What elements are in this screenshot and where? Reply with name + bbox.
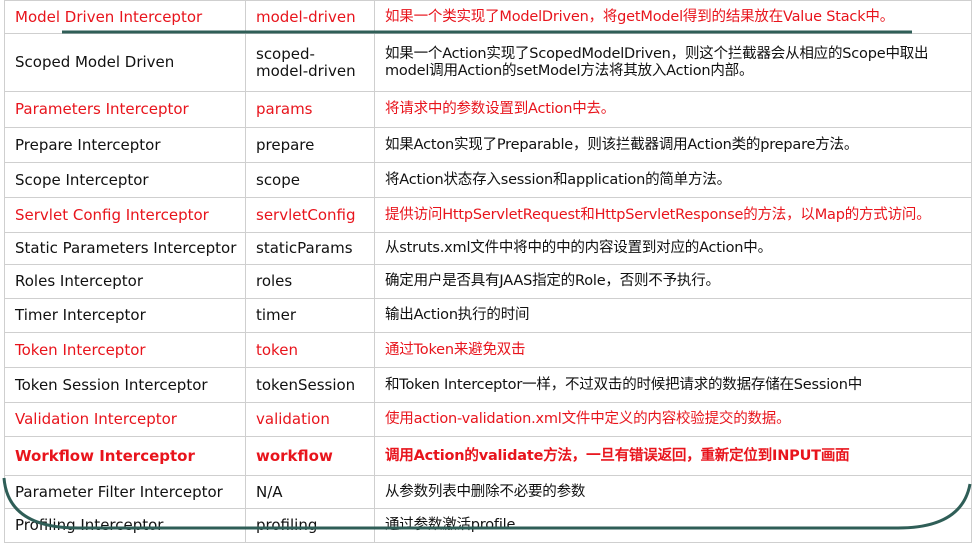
interceptor-name: Validation Interceptor <box>4 402 246 437</box>
interceptor-name: Timer Interceptor <box>4 298 246 333</box>
interceptor-key: servletConfig <box>245 197 375 233</box>
table-row: Roles Interceptor roles 确定用户是否具有JAAS指定的R… <box>4 264 972 299</box>
interceptor-name: Static Parameters Interceptor <box>4 232 246 265</box>
interceptor-key: timer <box>245 298 375 333</box>
interceptor-key: tokenSession <box>245 367 375 403</box>
interceptor-description: 调用Action的validate方法，一旦有错误返回，重新定位到INPUT画面 <box>374 436 972 476</box>
table-row: Token Interceptor token 通过Token来避免双击 <box>4 332 972 368</box>
interceptor-key: staticParams <box>245 232 375 265</box>
interceptor-description: 如果一个Action实现了ScopedModelDriven，则这个拦截器会从相… <box>374 33 972 92</box>
interceptor-key: scope <box>245 162 375 198</box>
table-row: Parameters Interceptor params 将请求中的参数设置到… <box>4 91 972 128</box>
interceptor-key: params <box>245 91 375 128</box>
interceptor-key: roles <box>245 264 375 299</box>
table-row: Servlet Config Interceptor servletConfig… <box>4 197 972 233</box>
interceptor-description: 通过Token来避免双击 <box>374 332 972 368</box>
table-row: Token Session Interceptor tokenSession 和… <box>4 367 972 403</box>
table-row: Profiling Interceptor profiling 通过参数激活pr… <box>4 508 972 543</box>
interceptor-description: 从struts.xml文件中将中的中的内容设置到对应的Action中。 <box>374 232 972 265</box>
interceptor-description: 和Token Interceptor一样，不过双击的时候把请求的数据存储在Ses… <box>374 367 972 403</box>
interceptor-description: 将请求中的参数设置到Action中去。 <box>374 91 972 128</box>
interceptor-name: Parameters Interceptor <box>4 91 246 128</box>
interceptor-description: 确定用户是否具有JAAS指定的Role，否则不予执行。 <box>374 264 972 299</box>
table-row: Timer Interceptor timer 输出Action执行的时间 <box>4 298 972 333</box>
interceptor-name: Workflow Interceptor <box>4 436 246 476</box>
interceptor-description: 如果Acton实现了Preparable，则该拦截器调用Action类的prep… <box>374 127 972 163</box>
table-row: Scoped Model Driven scoped-model-driven … <box>4 33 972 92</box>
interceptor-name: Profiling Interceptor <box>4 508 246 543</box>
interceptor-name: Token Interceptor <box>4 332 246 368</box>
interceptor-name: Scoped Model Driven <box>4 33 246 92</box>
interceptor-key: validation <box>245 402 375 437</box>
interceptor-name: Prepare Interceptor <box>4 127 246 163</box>
interceptor-table: Model Driven Interceptor model-driven 如果… <box>4 0 972 543</box>
interceptor-key: model-driven <box>245 0 375 34</box>
table-row: Parameter Filter Interceptor N/A 从参数列表中删… <box>4 475 972 509</box>
table-row: Scope Interceptor scope 将Action状态存入sessi… <box>4 162 972 198</box>
table-row: Prepare Interceptor prepare 如果Acton实现了Pr… <box>4 127 972 163</box>
interceptor-description: 输出Action执行的时间 <box>374 298 972 333</box>
interceptor-key: N/A <box>245 475 375 509</box>
interceptor-name: Model Driven Interceptor <box>4 0 246 34</box>
table-row: Static Parameters Interceptor staticPara… <box>4 232 972 265</box>
table-row: Validation Interceptor validation 使用acti… <box>4 402 972 437</box>
interceptor-name: Servlet Config Interceptor <box>4 197 246 233</box>
interceptor-key: scoped-model-driven <box>245 33 375 92</box>
table-row: Model Driven Interceptor model-driven 如果… <box>4 0 972 34</box>
interceptor-description: 将Action状态存入session和application的简单方法。 <box>374 162 972 198</box>
interceptor-name: Parameter Filter Interceptor <box>4 475 246 509</box>
interceptor-name: Token Session Interceptor <box>4 367 246 403</box>
interceptor-description: 从参数列表中删除不必要的参数 <box>374 475 972 509</box>
interceptor-description: 使用action-validation.xml文件中定义的内容校验提交的数据。 <box>374 402 972 437</box>
interceptor-description: 提供访问HttpServletRequest和HttpServletRespon… <box>374 197 972 233</box>
interceptor-key: prepare <box>245 127 375 163</box>
interceptor-key: workflow <box>245 436 375 476</box>
interceptor-description: 通过参数激活profile <box>374 508 972 543</box>
interceptor-name: Roles Interceptor <box>4 264 246 299</box>
table-row: Workflow Interceptor workflow 调用Action的v… <box>4 436 972 476</box>
interceptor-name: Scope Interceptor <box>4 162 246 198</box>
interceptor-description: 如果一个类实现了ModelDriven，将getModel得到的结果放在Valu… <box>374 0 972 34</box>
interceptor-key: token <box>245 332 375 368</box>
interceptor-key: profiling <box>245 508 375 543</box>
